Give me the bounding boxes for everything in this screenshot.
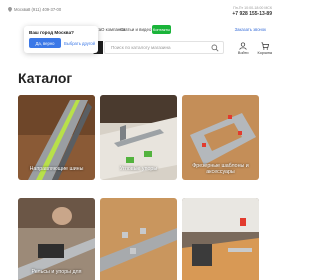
- clamps-photo: [100, 198, 177, 280]
- catalog-card-guide-rails[interactable]: Направляющие шины: [18, 95, 95, 180]
- confirm-city-button[interactable]: Да, верно: [29, 38, 61, 48]
- card-label: Направляющие шины: [29, 166, 84, 172]
- city-confirm-popup: Ваш город Москва? Да, верно Выбрать друг…: [24, 26, 98, 53]
- catalog-card-angle-stops[interactable]: Угловые упоры: [100, 95, 177, 180]
- catalog-card-workbench[interactable]: [182, 198, 259, 280]
- cart-label: Корзина: [257, 51, 272, 55]
- top-phone[interactable]: 8 (911) 409-37-00: [28, 7, 61, 12]
- search-icon[interactable]: [211, 44, 219, 52]
- page-title: Каталог: [18, 70, 73, 86]
- search-input[interactable]: Поиск по каталогу магазина: [104, 41, 224, 54]
- card-label-line2: аксессуары: [206, 169, 235, 175]
- popup-question: Ваш город Москва?: [29, 30, 74, 35]
- login-button[interactable]: Войти: [238, 42, 249, 55]
- city-selector[interactable]: Москва: [8, 7, 28, 12]
- login-label: Войти: [237, 51, 249, 55]
- rails-photo: [18, 198, 95, 280]
- search-placeholder: Поиск по каталогу магазина: [111, 45, 171, 50]
- user-icon: [239, 42, 247, 50]
- nav-contacts-button[interactable]: Контакты: [152, 25, 171, 34]
- catalog-card-clamps[interactable]: [100, 198, 177, 280]
- callback-link[interactable]: Заказать звонок: [235, 27, 266, 32]
- card-label: Фрезерные шаблоны и аксессуары: [182, 163, 259, 175]
- cart-button[interactable]: Корзина: [258, 42, 272, 55]
- nav-item-articles[interactable]: Статьи и видео: [120, 27, 151, 32]
- card-label: Угловые упоры: [119, 166, 158, 172]
- catalog-card-rails-stops[interactable]: Рельсы и упоры для: [18, 198, 95, 280]
- location-pin-icon: [8, 7, 12, 12]
- working-hours: Пн-Пт 10:00-18:00 МСК: [233, 6, 272, 10]
- city-name: Москва: [14, 7, 29, 12]
- cart-icon: [261, 42, 269, 50]
- workbench-photo: [182, 198, 259, 280]
- top-info-bar: Москва 8 (911) 409-37-00 Пн-Пт 10:00-18:…: [0, 0, 280, 17]
- main-phone[interactable]: +7 928 155-13-89: [232, 11, 272, 17]
- catalog-card-router-templates[interactable]: Фрезерные шаблоны и аксессуары: [182, 95, 259, 180]
- header-icons: Войти Корзина: [238, 42, 272, 55]
- card-label: Рельсы и упоры для: [31, 269, 82, 275]
- choose-other-city-button[interactable]: Выбрать другой: [64, 38, 95, 48]
